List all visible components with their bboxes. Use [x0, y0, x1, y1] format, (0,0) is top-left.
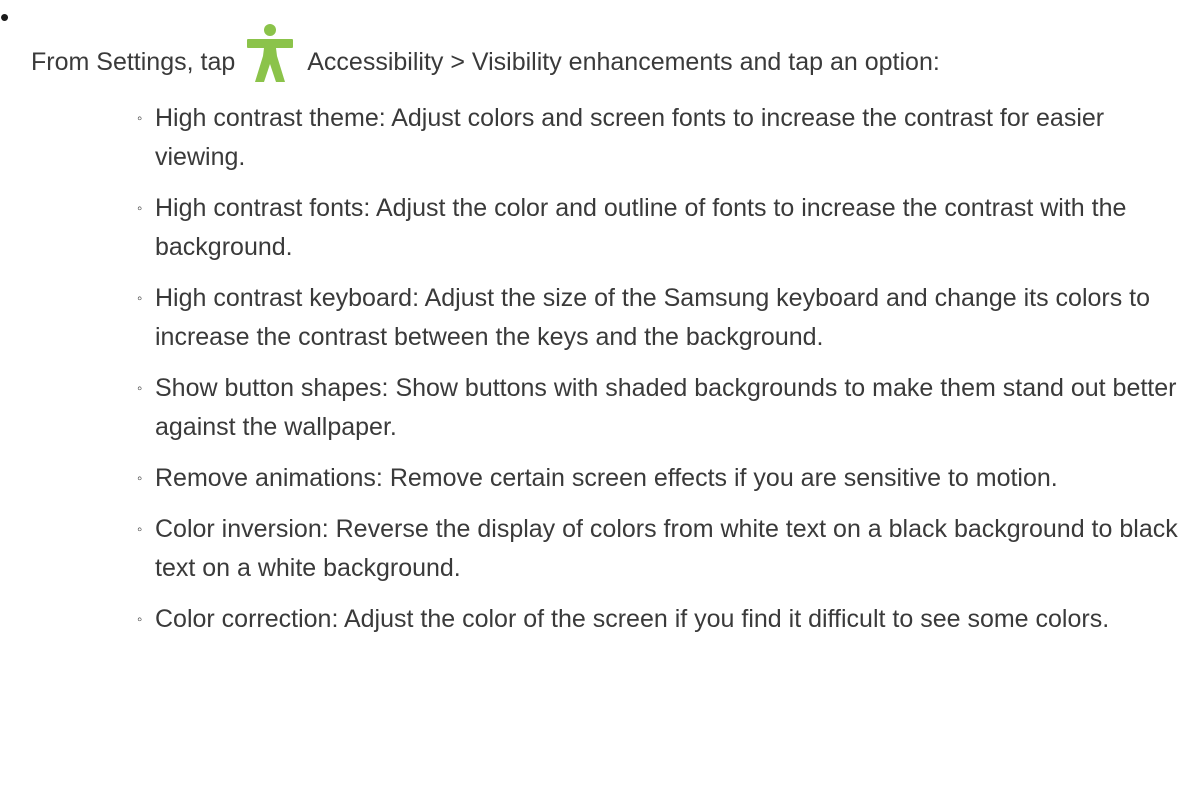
option-text: Color correction: Adjust the color of th…	[155, 605, 1110, 633]
sub-bullet: ◦	[137, 611, 143, 628]
sub-bullet: ◦	[137, 200, 143, 217]
option-text: High contrast fonts: Adjust the color an…	[155, 194, 1127, 261]
sub-bullet: ◦	[137, 470, 143, 487]
list-item: ◦ Show button shapes: Show buttons with s…	[127, 369, 1187, 447]
list-bullet: •	[0, 2, 10, 32]
intro-text-after: Accessibility > Visibility enhancements …	[307, 48, 940, 76]
option-text: High contrast theme: Adjust colors and s…	[155, 104, 1105, 171]
intro-text-before: From Settings, tap	[31, 48, 236, 76]
accessibility-person-icon	[244, 22, 296, 84]
sub-bullet: ◦	[137, 380, 143, 397]
list-item: ◦ Color inversion: Reverse the display of…	[127, 510, 1187, 588]
list-item: ◦ High contrast keyboard: Adjust the size…	[127, 279, 1187, 357]
list-item: ◦ High contrast theme: Adjust colors and …	[127, 99, 1187, 177]
option-text: High contrast keyboard: Adjust the size …	[155, 284, 1151, 351]
option-text: Show button shapes: Show buttons with sh…	[155, 374, 1177, 441]
sub-bullet: ◦	[137, 290, 143, 307]
list-item: ◦ Color correction: Adjust the color of t…	[127, 600, 1187, 639]
option-text: Remove animations: Remove certain screen…	[155, 464, 1058, 492]
option-text: Color inversion: Reverse the display of …	[155, 515, 1178, 582]
list-item: ◦ High contrast fonts: Adjust the color a…	[127, 189, 1187, 267]
sub-bullet: ◦	[137, 521, 143, 538]
visibility-options-list: ◦ High contrast theme: Adjust colors and …	[127, 99, 1187, 651]
intro-instruction: From Settings, tap Accessibility > Visib…	[31, 8, 940, 82]
list-item: ◦ Remove animations: Remove certain scree…	[127, 459, 1187, 498]
sub-bullet: ◦	[137, 110, 143, 127]
